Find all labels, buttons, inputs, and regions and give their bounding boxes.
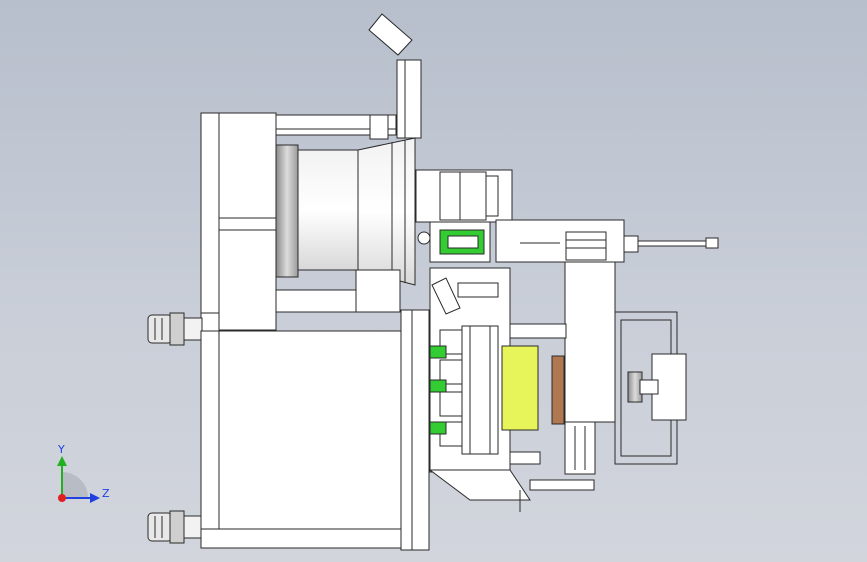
cad-viewport[interactable]: Y Z [0,0,867,562]
top-rail-frame [275,114,397,140]
yellow-pad [501,323,567,431]
left-housing [200,112,277,332]
cable-gland-upper [147,312,203,346]
z-axis-label: Z [102,487,110,500]
coordinate-triad: Y Z [57,443,110,503]
sensor-module [417,221,491,263]
cable-gland-lower [147,510,203,544]
right-outer-frame [614,311,687,465]
z-axis-head [90,493,100,503]
y-axis-label: Y [57,443,65,456]
assembly-drawing [147,13,719,551]
conical-drum [275,137,416,286]
lower-cabinet [200,309,430,551]
x-axis-dot [58,494,66,502]
horizontal-arm [495,219,719,263]
motor-block [415,169,513,223]
triad-arc [62,472,88,498]
vertical-slide [564,261,616,475]
y-axis-head [57,456,67,466]
